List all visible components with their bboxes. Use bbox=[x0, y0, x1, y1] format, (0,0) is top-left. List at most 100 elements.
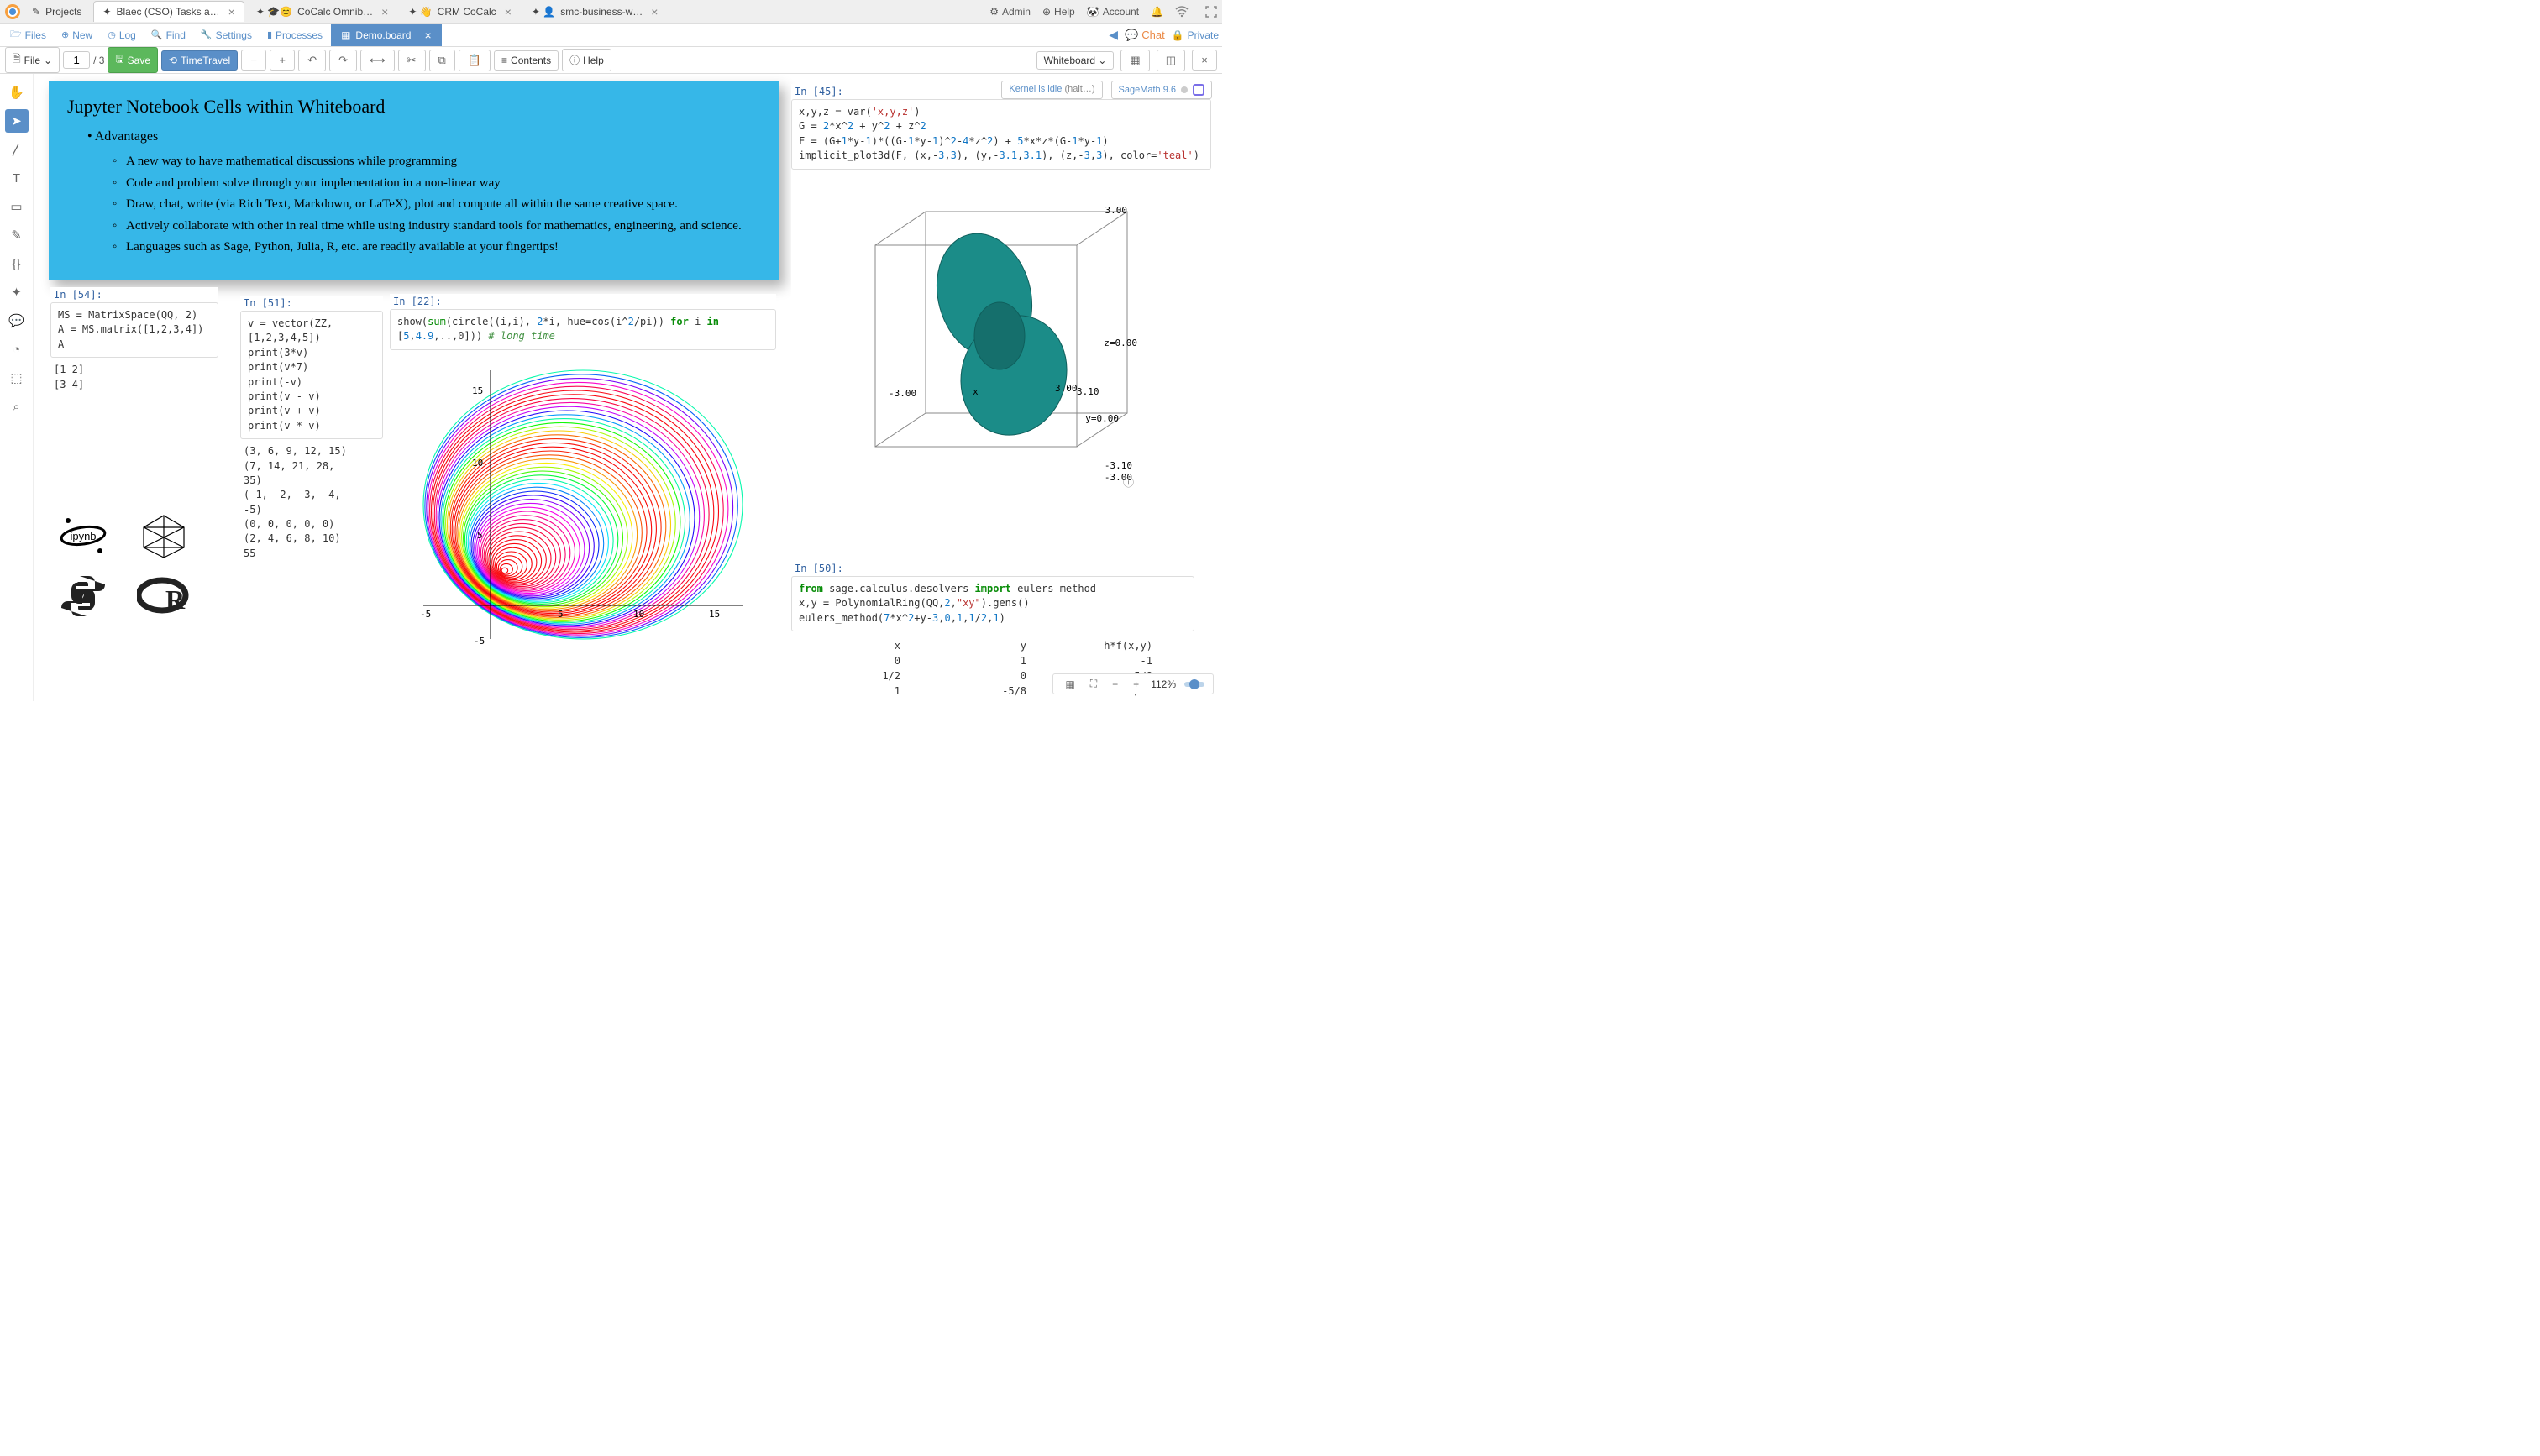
code-cell-45[interactable]: In [45]: x,y,z = var('x,y,z') G = 2*x^2 … bbox=[791, 84, 1211, 531]
zoom-in-icon[interactable]: + bbox=[1130, 678, 1142, 690]
text-tool[interactable]: T bbox=[5, 166, 29, 190]
plus-circle-icon: ⊕ bbox=[61, 29, 69, 40]
help-link[interactable]: ⊕ Help bbox=[1042, 6, 1075, 18]
code-cell-22[interactable]: In [22]: show(sum(circle((i,i), 2*i, hue… bbox=[390, 294, 776, 656]
file-menu[interactable]: 🗎File ⌄ bbox=[5, 47, 60, 73]
close-icon[interactable]: × bbox=[505, 5, 512, 18]
r-logo-icon: R bbox=[134, 571, 193, 621]
fit-width-button[interactable]: ⟷ bbox=[360, 50, 395, 71]
cut-button[interactable]: ✂ bbox=[398, 50, 426, 71]
close-icon[interactable]: × bbox=[651, 5, 658, 18]
note-tool[interactable]: ▭ bbox=[5, 195, 29, 218]
tick-label: 5 bbox=[558, 609, 564, 620]
hand-tool[interactable]: ✋ bbox=[5, 81, 29, 104]
cocalc-logo-icon[interactable] bbox=[5, 4, 20, 19]
table-header: x bbox=[791, 638, 917, 653]
map-icon[interactable]: ▦ bbox=[1062, 678, 1078, 690]
find-button[interactable]: 🔍Find bbox=[144, 27, 192, 44]
chat-tool[interactable]: 💬 bbox=[5, 309, 29, 333]
tab-label: Blaec (CSO) Tasks a… bbox=[116, 6, 219, 18]
timer-tool[interactable]: ◔ bbox=[5, 338, 29, 361]
zoom-out-button[interactable]: − bbox=[241, 50, 266, 71]
open-file-tab[interactable]: ▦Demo.board× bbox=[331, 24, 442, 46]
new-button[interactable]: ⊕New bbox=[55, 27, 99, 44]
zoom-in-button[interactable]: + bbox=[270, 50, 295, 71]
cell-code[interactable]: v = vector(ZZ, [1,2,3,4,5]) print(3*v) p… bbox=[240, 311, 383, 439]
cell-code[interactable]: x,y,z = var('x,y,z') G = 2*x^2 + y^2 + z… bbox=[791, 99, 1211, 170]
info-icon[interactable]: ⓘ bbox=[1123, 474, 1134, 490]
close-icon[interactable]: × bbox=[228, 5, 235, 18]
kernel-select[interactable]: SageMath 9.6 bbox=[1111, 81, 1213, 99]
close-icon[interactable]: × bbox=[424, 29, 431, 42]
circles-plot-svg bbox=[390, 354, 759, 656]
grid-view-icon[interactable]: ▦ bbox=[1120, 50, 1149, 71]
fit-icon[interactable]: ⛶ bbox=[1087, 678, 1100, 690]
back-icon[interactable]: ◀ bbox=[1109, 28, 1118, 42]
projects-tab[interactable]: ✎ Projects bbox=[24, 3, 90, 21]
icon-tool[interactable]: ✦ bbox=[5, 280, 29, 304]
pen-tool[interactable]: ✎ bbox=[5, 223, 29, 247]
paste-button[interactable]: 📋 bbox=[459, 50, 491, 71]
project-tab-3[interactable]: ✦ 👤 smc-business-w…× bbox=[523, 2, 667, 22]
page-total: / 3 bbox=[93, 55, 104, 66]
project-tab-0[interactable]: ✦ Blaec (CSO) Tasks a…× bbox=[93, 1, 244, 22]
view-select[interactable]: Whiteboard ⌄ bbox=[1036, 51, 1115, 70]
log-button[interactable]: ◷Log bbox=[101, 27, 143, 44]
settings-button[interactable]: 🔧Settings bbox=[194, 27, 259, 44]
zoom-out-icon[interactable]: − bbox=[1109, 678, 1121, 690]
search-tool[interactable]: ⌕ bbox=[5, 395, 29, 418]
project-tab-1[interactable]: ✦ 🎓😊 CoCalc Omnib…× bbox=[248, 2, 397, 22]
split-view-icon[interactable]: ◫ bbox=[1157, 50, 1185, 71]
help-label: Help bbox=[583, 55, 604, 66]
files-button[interactable]: 🗁Files bbox=[3, 24, 53, 45]
fullscreen-icon[interactable] bbox=[1205, 6, 1217, 18]
cell-code[interactable]: show(sum(circle((i,i), 2*i, hue=cos(i^2/… bbox=[390, 309, 776, 350]
cell-code[interactable]: from sage.calculus.desolvers import eule… bbox=[791, 576, 1194, 631]
admin-label: Admin bbox=[1002, 6, 1031, 18]
code-tool[interactable]: {} bbox=[5, 252, 29, 275]
folder-icon: 🗁 bbox=[10, 27, 22, 43]
find-label: Find bbox=[166, 29, 186, 41]
kernel-name-label: SageMath 9.6 bbox=[1119, 85, 1177, 95]
note-bullet: Languages such as Sage, Python, Julia, R… bbox=[126, 237, 761, 259]
axis-label: 3.00 bbox=[1105, 205, 1128, 216]
tick-label: 5 bbox=[477, 530, 483, 541]
main-area: ✋ ➤ 〳 T ▭ ✎ {} ✦ 💬 ◔ ⬚ ⌕ Kernel is idle … bbox=[0, 74, 1222, 701]
timetravel-button[interactable]: ⟲ TimeTravel bbox=[161, 50, 238, 71]
whiteboard-canvas[interactable]: Kernel is idle (halt…) SageMath 9.6 Jupy… bbox=[34, 74, 1222, 701]
plot3d-output: 3.00 z=0.00 -3.00 -3.10 y=0.00 -3.00 x 3… bbox=[791, 170, 1144, 531]
close-panel-icon[interactable]: × bbox=[1192, 50, 1217, 71]
help-button[interactable]: ⓘ Help bbox=[562, 49, 611, 71]
redo-button[interactable]: ↷ bbox=[329, 50, 357, 71]
tab-label: CoCalc Omnib… bbox=[297, 6, 373, 18]
cell-code[interactable]: MS = MatrixSpace(QQ, 2) A = MS.matrix([1… bbox=[50, 302, 218, 358]
tick-label: 15 bbox=[472, 385, 483, 396]
kernel-status[interactable]: Kernel is idle (halt…) bbox=[1001, 81, 1102, 99]
kernel-halt-link[interactable]: (halt…) bbox=[1064, 84, 1094, 94]
kernel-status-text: Kernel is idle bbox=[1009, 84, 1062, 94]
ipynb-logo-icon: ipynb bbox=[54, 511, 113, 561]
text-note[interactable]: Jupyter Notebook Cells within Whiteboard… bbox=[49, 81, 779, 280]
note-bullet: Draw, chat, write (via Rich Text, Markdo… bbox=[126, 194, 761, 216]
select-tool[interactable]: ➤ bbox=[5, 109, 29, 133]
undo-button[interactable]: ↶ bbox=[298, 50, 326, 71]
private-button[interactable]: 🔒Private bbox=[1172, 29, 1219, 41]
wifi-icon[interactable] bbox=[1175, 6, 1189, 18]
page-input[interactable] bbox=[63, 51, 90, 69]
notifications-icon[interactable]: 🔔 bbox=[1151, 6, 1163, 18]
code-cell-51[interactable]: In [51]: v = vector(ZZ, [1,2,3,4,5]) pri… bbox=[240, 296, 383, 566]
account-link[interactable]: 🐼 Account bbox=[1087, 6, 1139, 18]
admin-link[interactable]: ⚙ Admin bbox=[989, 6, 1031, 18]
save-button[interactable]: 🖫 Save bbox=[108, 47, 158, 73]
line-tool[interactable]: 〳 bbox=[5, 138, 29, 161]
code-cell-54[interactable]: In [54]: MS = MatrixSpace(QQ, 2) A = MS.… bbox=[50, 287, 218, 397]
project-tab-2[interactable]: ✦ 👋 CRM CoCalc× bbox=[400, 2, 520, 22]
frame-tool[interactable]: ⬚ bbox=[5, 366, 29, 390]
zoom-slider[interactable] bbox=[1184, 682, 1204, 687]
contents-button[interactable]: ≡ Contents bbox=[494, 50, 559, 71]
close-icon[interactable]: × bbox=[381, 5, 388, 18]
table-cell: 1/2 bbox=[791, 668, 917, 683]
processes-button[interactable]: ▮Processes bbox=[260, 27, 329, 44]
copy-button[interactable]: ⧉ bbox=[429, 50, 455, 71]
chat-button[interactable]: 💬Chat bbox=[1125, 29, 1165, 42]
